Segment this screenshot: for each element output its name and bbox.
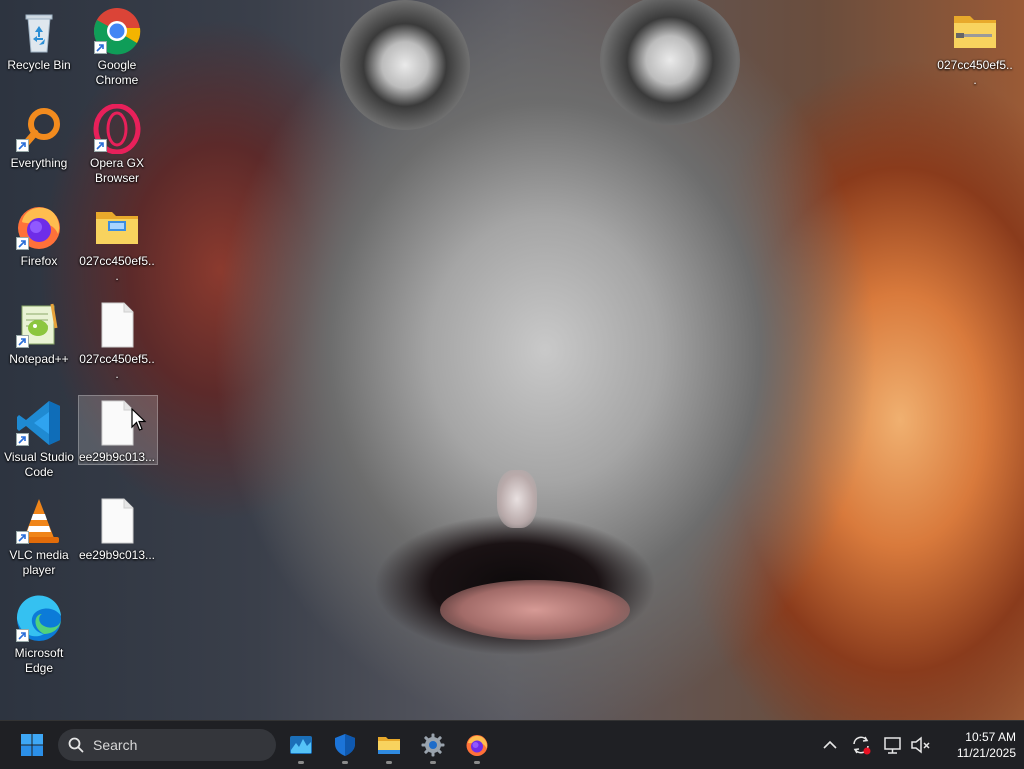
desktop-icon-file[interactable]: 027cc450ef5... xyxy=(78,300,156,382)
sync-icon xyxy=(853,736,871,755)
desktop-icon-label: Visual Studio Code xyxy=(4,450,74,479)
everything-search-icon xyxy=(14,104,64,154)
wallpaper-detail xyxy=(340,0,470,130)
volume-muted-icon xyxy=(911,736,930,754)
taskbar-settings[interactable] xyxy=(413,725,453,765)
desktop-icon-label: Recycle Bin xyxy=(7,58,71,72)
desktop-icon-label: Google Chrome xyxy=(95,58,139,87)
windows-logo-icon xyxy=(21,734,43,756)
desktop-icon-label: 027cc450ef5... xyxy=(79,352,155,381)
desktop-icon-label: Firefox xyxy=(20,254,58,268)
folder-icon xyxy=(378,737,400,754)
vlc-icon xyxy=(14,496,64,546)
desktop-icon-zip-folder[interactable]: 027cc450ef5... xyxy=(936,6,1014,88)
network-icon xyxy=(884,737,901,754)
desktop-icon-recycle-bin[interactable]: Recycle Bin xyxy=(0,6,78,73)
wallpaper-detail xyxy=(440,580,630,640)
clock-date: 11/21/2025 xyxy=(956,746,1016,760)
desktop-icon-folder[interactable]: 027cc450ef5... xyxy=(78,202,156,284)
taskbar-file-explorer[interactable] xyxy=(369,725,409,765)
shortcut-arrow-icon xyxy=(94,139,107,152)
wallpaper-detail xyxy=(600,0,740,125)
desktop-icon-label: Microsoft Edge xyxy=(14,646,64,675)
shortcut-arrow-icon xyxy=(16,139,29,152)
file-icon xyxy=(92,496,142,546)
desktop-icon-label: ee29b9c013... xyxy=(78,548,156,562)
running-indicator xyxy=(430,761,436,764)
wallpaper-detail xyxy=(497,470,537,528)
taskbar: Search 10:57 AM 11/21/2025 xyxy=(0,720,1024,769)
shortcut-arrow-icon xyxy=(94,41,107,54)
tray-volume[interactable] xyxy=(908,733,932,757)
desktop-icon-label: 027cc450ef5... xyxy=(79,254,155,283)
running-indicator xyxy=(298,761,304,764)
taskbar-task-manager[interactable] xyxy=(281,725,321,765)
recycle-bin-icon xyxy=(14,6,64,56)
tray-sync-status[interactable] xyxy=(849,733,873,757)
vscode-icon xyxy=(14,398,64,448)
shortcut-arrow-icon xyxy=(16,237,29,250)
desktop-icon-label: 027cc450ef5... xyxy=(937,58,1013,87)
desktop-icon-everything[interactable]: Everything xyxy=(0,104,78,171)
taskbar-search-box[interactable]: Search xyxy=(58,729,276,761)
shortcut-arrow-icon xyxy=(16,433,29,446)
clock-time: 10:57 AM xyxy=(965,730,1016,744)
search-placeholder: Search xyxy=(93,737,138,753)
desktop-icon-notepad-plus-plus[interactable]: Notepad++ xyxy=(0,300,78,367)
notepad-plus-plus-icon xyxy=(14,300,64,350)
taskbar-firefox[interactable] xyxy=(457,725,497,765)
firefox-icon xyxy=(466,735,488,756)
desktop-icon-visual-studio-code[interactable]: Visual Studio Code xyxy=(0,398,78,480)
desktop-icon-label: Opera GX Browser xyxy=(89,156,145,185)
desktop-icon-label: VLC media player xyxy=(9,548,69,577)
task-manager-icon xyxy=(290,736,312,754)
desktop-icon-microsoft-edge[interactable]: Microsoft Edge xyxy=(0,594,78,676)
zip-folder-icon xyxy=(950,6,1000,56)
desktop-icon-label: Notepad++ xyxy=(9,352,69,366)
gear-icon xyxy=(421,733,445,757)
start-button[interactable] xyxy=(12,725,52,765)
mouse-cursor-icon xyxy=(131,408,147,431)
shortcut-arrow-icon xyxy=(16,335,29,348)
edge-icon xyxy=(14,594,64,644)
opera-gx-icon xyxy=(92,104,142,154)
taskbar-windows-security[interactable] xyxy=(325,725,365,765)
running-indicator xyxy=(474,761,480,764)
file-icon xyxy=(92,300,142,350)
desktop-icon-vlc-media-player[interactable]: VLC media player xyxy=(0,496,78,578)
firefox-icon xyxy=(14,202,64,252)
running-indicator xyxy=(342,761,348,764)
search-icon xyxy=(68,737,84,753)
taskbar-clock[interactable]: 10:57 AM 11/21/2025 xyxy=(936,729,1016,761)
show-hidden-icons-button[interactable] xyxy=(818,733,842,757)
tray-network[interactable] xyxy=(881,733,905,757)
desktop-icon-label: ee29b9c013... xyxy=(78,450,156,464)
desktop-icon-google-chrome[interactable]: Google Chrome xyxy=(78,6,156,88)
running-indicator xyxy=(386,761,392,764)
desktop-icon-label: Everything xyxy=(10,156,68,170)
chevron-up-icon xyxy=(823,740,837,749)
desktop-icon-opera-gx[interactable]: Opera GX Browser xyxy=(78,104,156,186)
folder-icon xyxy=(92,202,142,252)
chrome-icon xyxy=(92,6,142,56)
desktop-icon-file[interactable]: ee29b9c013... xyxy=(78,496,156,563)
shortcut-arrow-icon xyxy=(16,531,29,544)
shortcut-arrow-icon xyxy=(16,629,29,642)
shield-icon xyxy=(335,734,355,756)
desktop-icon-firefox[interactable]: Firefox xyxy=(0,202,78,269)
